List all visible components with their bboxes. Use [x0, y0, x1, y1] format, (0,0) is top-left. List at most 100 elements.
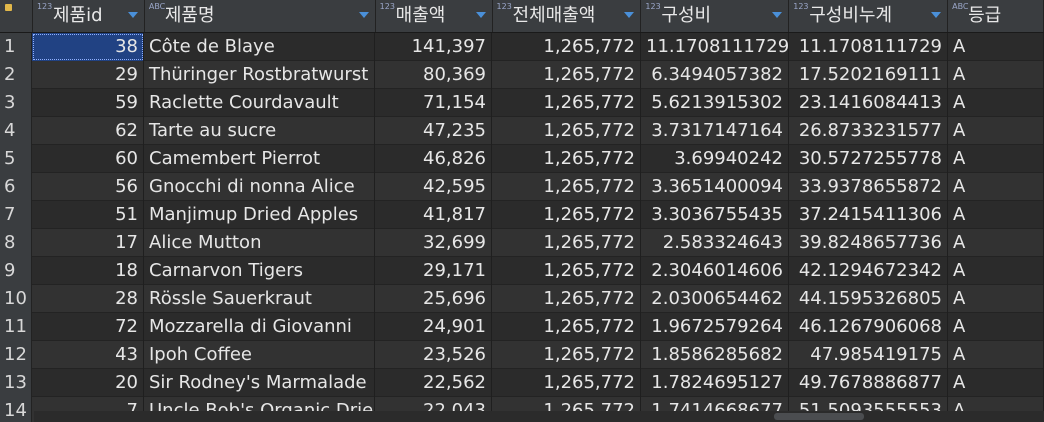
row-number[interactable]: 9 — [0, 257, 32, 285]
table-cell[interactable]: Raclette Courdavault — [144, 89, 375, 117]
table-cell[interactable]: 47,235 — [375, 117, 492, 145]
table-cell[interactable]: 39.8248657736 — [789, 229, 948, 257]
table-cell[interactable]: 22,562 — [375, 369, 492, 397]
table-row[interactable]: 9 18 Carnarvon Tigers 29,171 1,265,772 2.3046… — [0, 257, 1044, 285]
row-number[interactable]: 10 — [0, 285, 32, 313]
table-cell[interactable]: 38 — [32, 33, 144, 61]
scrollbar-thumb[interactable] — [774, 413, 864, 420]
table-cell[interactable]: Thüringer Rostbratwurst — [144, 61, 375, 89]
table-cell[interactable]: 1,265,772 — [492, 117, 641, 145]
table-cell[interactable]: A — [948, 89, 1044, 117]
row-number[interactable]: 3 — [0, 89, 32, 117]
table-row[interactable]: 6 56 Gnocchi di nonna Alice 42,595 1,265,772… — [0, 173, 1044, 201]
column-header-grade[interactable]: ABC 등급 — [948, 0, 1044, 32]
table-row[interactable]: 2 29 Thüringer Rostbratwurst 80,369 1,265,77… — [0, 61, 1044, 89]
table-cell[interactable]: 1,265,772 — [492, 33, 641, 61]
table-cell[interactable]: A — [948, 229, 1044, 257]
table-cell[interactable]: 29 — [32, 61, 144, 89]
table-cell[interactable]: 71,154 — [375, 89, 492, 117]
sort-dropdown-icon[interactable] — [931, 12, 942, 18]
column-header-ratio[interactable]: 123 구성비 — [641, 0, 790, 32]
table-cell[interactable]: 62 — [32, 117, 144, 145]
table-cell[interactable]: 1,265,772 — [492, 341, 641, 369]
table-cell[interactable]: 80,369 — [375, 61, 492, 89]
table-cell[interactable]: 28 — [32, 285, 144, 313]
table-cell[interactable]: 59 — [32, 89, 144, 117]
table-cell[interactable]: 18 — [32, 257, 144, 285]
table-cell[interactable]: 72 — [32, 313, 144, 341]
table-row[interactable]: 1 38 Côte de Blaye 141,397 1,265,772 11.17081… — [0, 33, 1044, 61]
table-cell[interactable]: Camembert Pierrot — [144, 145, 375, 173]
row-number[interactable]: 14 — [0, 397, 32, 422]
column-header-product-id[interactable]: 123 제품id — [33, 0, 145, 32]
table-cell[interactable]: 43 — [32, 341, 144, 369]
row-number[interactable]: 8 — [0, 229, 32, 257]
table-cell[interactable]: Gnocchi di nonna Alice — [144, 173, 375, 201]
table-row[interactable]: 7 51 Manjimup Dried Apples 41,817 1,265,772 3… — [0, 201, 1044, 229]
table-cell[interactable]: 46,826 — [375, 145, 492, 173]
table-cell[interactable]: 44.1595326805 — [789, 285, 948, 313]
sort-dropdown-icon[interactable] — [358, 12, 369, 18]
table-cell[interactable]: 41,817 — [375, 201, 492, 229]
table-cell[interactable]: A — [948, 257, 1044, 285]
table-cell[interactable]: A — [948, 145, 1044, 173]
table-cell[interactable]: 3.69940242 — [641, 145, 789, 173]
table-cell[interactable]: 1,265,772 — [492, 61, 641, 89]
table-cell[interactable]: 37.2415411306 — [789, 201, 948, 229]
table-cell[interactable]: 26.8733231577 — [789, 117, 948, 145]
table-cell[interactable]: 11.1708111729 — [641, 33, 789, 61]
table-cell[interactable]: 23,526 — [375, 341, 492, 369]
table-row[interactable]: 11 72 Mozzarella di Giovanni 24,901 1,265,77… — [0, 313, 1044, 341]
table-cell[interactable]: 3.3036755435 — [641, 201, 789, 229]
column-header-sales[interactable]: 123 매출액 — [376, 0, 493, 32]
table-cell[interactable]: 1,265,772 — [492, 145, 641, 173]
table-cell[interactable]: 1.8586285682 — [641, 341, 789, 369]
table-cell[interactable]: 42.1294672342 — [789, 257, 948, 285]
table-cell[interactable]: 2.583324643 — [641, 229, 789, 257]
table-cell[interactable]: Ipoh Coffee — [144, 341, 375, 369]
table-cell[interactable]: 1,265,772 — [492, 369, 641, 397]
table-cell[interactable]: A — [948, 341, 1044, 369]
table-cell[interactable]: 2.0300654462 — [641, 285, 789, 313]
table-cell[interactable]: A — [948, 61, 1044, 89]
table-cell[interactable]: 5.6213915302 — [641, 89, 789, 117]
row-number[interactable]: 13 — [0, 369, 32, 397]
table-cell[interactable]: 17.5202169111 — [789, 61, 948, 89]
table-cell[interactable]: 1.7824695127 — [641, 369, 789, 397]
table-cell[interactable]: 32,699 — [375, 229, 492, 257]
table-cell[interactable]: 20 — [32, 369, 144, 397]
table-cell[interactable]: A — [948, 201, 1044, 229]
table-cell[interactable]: 29,171 — [375, 257, 492, 285]
table-cell[interactable]: 1,265,772 — [492, 89, 641, 117]
table-cell[interactable]: 42,595 — [375, 173, 492, 201]
table-cell[interactable]: Alice Mutton — [144, 229, 375, 257]
table-cell[interactable]: 49.7678886877 — [789, 369, 948, 397]
table-cell[interactable]: 30.5727255778 — [789, 145, 948, 173]
row-number[interactable]: 11 — [0, 313, 32, 341]
table-cell[interactable]: 56 — [32, 173, 144, 201]
table-cell[interactable]: A — [948, 117, 1044, 145]
table-cell[interactable]: A — [948, 285, 1044, 313]
table-row[interactable]: 4 62 Tarte au sucre 47,235 1,265,772 3.731714… — [0, 117, 1044, 145]
row-number[interactable]: 1 — [0, 33, 32, 61]
horizontal-scrollbar[interactable] — [34, 411, 1044, 422]
table-cell[interactable]: 33.9378655872 — [789, 173, 948, 201]
table-cell[interactable]: 47.985419175 — [789, 341, 948, 369]
table-cell[interactable]: Carnarvon Tigers — [144, 257, 375, 285]
table-cell[interactable]: 1,265,772 — [492, 313, 641, 341]
table-row[interactable]: 5 60 Camembert Pierrot 46,826 1,265,772 3.699… — [0, 145, 1044, 173]
table-cell[interactable]: Côte de Blaye — [144, 33, 375, 61]
table-cell[interactable]: 17 — [32, 229, 144, 257]
table-cell[interactable]: Rössle Sauerkraut — [144, 285, 375, 313]
column-header-cumulative-ratio[interactable]: 123 구성비누계 — [789, 0, 949, 32]
table-cell[interactable]: A — [948, 173, 1044, 201]
row-number[interactable]: 2 — [0, 61, 32, 89]
table-cell[interactable]: 46.1267906068 — [789, 313, 948, 341]
sort-dropdown-icon[interactable] — [772, 12, 783, 18]
table-row[interactable]: 3 59 Raclette Courdavault 71,154 1,265,772 5.… — [0, 89, 1044, 117]
table-row[interactable]: 12 43 Ipoh Coffee 23,526 1,265,772 1.85862856… — [0, 341, 1044, 369]
table-cell[interactable]: A — [948, 33, 1044, 61]
table-cell[interactable]: A — [948, 313, 1044, 341]
table-row[interactable]: 10 28 Rössle Sauerkraut 25,696 1,265,772 2.03… — [0, 285, 1044, 313]
table-cell[interactable]: 1,265,772 — [492, 257, 641, 285]
